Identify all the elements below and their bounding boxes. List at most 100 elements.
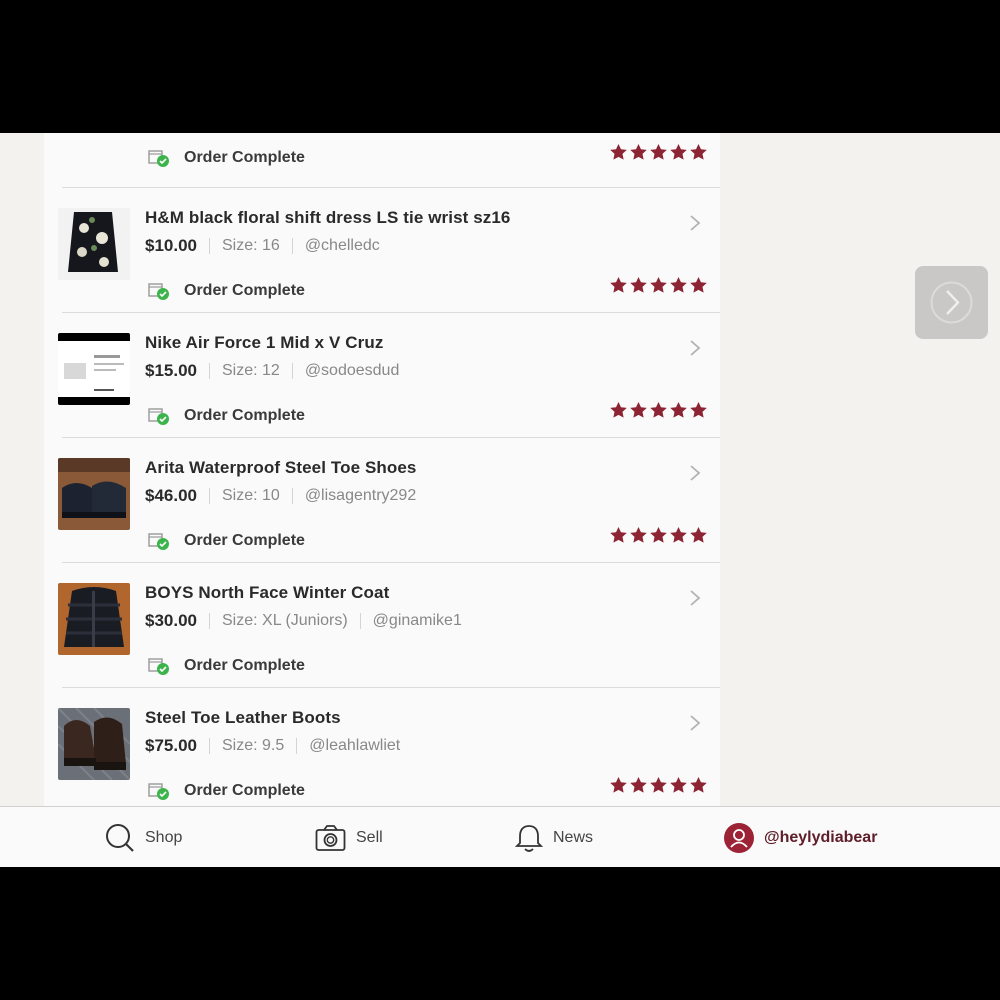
order-status: Order Complete	[148, 781, 305, 801]
order-item[interactable]: H&M black floral shift dress LS tie wris…	[44, 188, 720, 313]
package-check-icon	[148, 148, 170, 168]
item-price: $10.00	[145, 236, 197, 255]
item-meta: $46.00 Size: 10 @lisagentry292	[145, 486, 416, 506]
separator	[209, 363, 210, 379]
separator	[209, 613, 210, 629]
separator	[291, 488, 293, 504]
order-item[interactable]: Nike Air Force 1 Mid x V Cruz $15.00 Siz…	[44, 313, 720, 438]
star-icon	[690, 143, 707, 160]
order-item[interactable]: Steel Toe Leather Boots $75.00 Size: 9.5…	[44, 688, 720, 806]
order-item[interactable]: BOYS North Face Winter Coat $30.00 Size:…	[44, 563, 720, 688]
star-icon	[610, 143, 627, 160]
seller-handle[interactable]: @sodoesdud	[305, 362, 400, 380]
item-title: BOYS North Face Winter Coat	[145, 583, 390, 602]
star-icon	[650, 276, 667, 293]
star-icon	[690, 276, 707, 293]
rating-stars	[609, 401, 708, 420]
star-icon	[610, 276, 627, 293]
chevron-right-icon	[690, 715, 701, 731]
rating-stars	[609, 143, 708, 162]
star-icon	[630, 401, 647, 418]
star-icon	[630, 276, 647, 293]
item-title: Nike Air Force 1 Mid x V Cruz	[145, 333, 384, 352]
item-title: H&M black floral shift dress LS tie wris…	[145, 208, 511, 227]
tab-news[interactable]: News	[515, 807, 593, 867]
item-thumbnail	[58, 133, 130, 147]
package-check-icon	[148, 406, 170, 426]
separator	[209, 238, 210, 254]
star-icon	[630, 526, 647, 543]
chevron-right-icon	[690, 340, 701, 356]
order-status: Order Complete	[148, 148, 305, 168]
order-item[interactable]: Arita Waterproof Steel Toe Shoes $46.00 …	[44, 438, 720, 563]
tab-label: Sell	[356, 828, 383, 846]
rating-stars	[609, 776, 708, 795]
star-icon	[670, 276, 687, 293]
seller-handle[interactable]: @ginamike1	[373, 612, 462, 630]
star-icon	[670, 776, 687, 793]
package-check-icon	[148, 656, 170, 676]
item-thumbnail	[58, 333, 130, 405]
item-size: Size: 16	[222, 237, 280, 254]
tab-label: News	[553, 828, 594, 846]
order-status: Order Complete	[148, 656, 305, 676]
status-label: Order Complete	[184, 782, 305, 799]
star-icon	[610, 401, 627, 418]
item-thumbnail	[58, 208, 130, 280]
package-check-icon	[148, 781, 170, 801]
star-icon	[610, 526, 627, 543]
tab-label: Shop	[145, 828, 183, 846]
separator	[291, 363, 293, 379]
star-icon	[650, 401, 667, 418]
tab-label: @heylydiabear	[764, 828, 878, 846]
tab-shop[interactable]: Shop	[105, 807, 182, 867]
item-price: $46.00	[145, 486, 197, 505]
star-icon	[690, 776, 707, 793]
separator	[209, 488, 210, 504]
status-label: Order Complete	[184, 149, 305, 166]
package-check-icon	[148, 281, 170, 301]
item-size: Size: XL (Juniors)	[222, 612, 348, 629]
separator	[359, 613, 361, 629]
star-icon	[630, 143, 647, 160]
bell-icon	[515, 824, 543, 852]
tab-profile[interactable]: @heylydiabear	[724, 807, 877, 867]
item-size: Size: 9.5	[222, 737, 285, 754]
separator	[296, 738, 298, 754]
separator	[209, 738, 210, 754]
star-icon	[670, 143, 687, 160]
star-icon	[650, 776, 667, 793]
status-label: Order Complete	[184, 282, 305, 299]
item-meta: $75.00 Size: 9.5 @leahlawliet	[145, 736, 400, 756]
item-title: Steel Toe Leather Boots	[145, 708, 341, 727]
package-check-icon	[148, 531, 170, 551]
star-icon	[650, 143, 667, 160]
item-meta: $30.00 Size: XL (Juniors) @ginamike1	[145, 611, 462, 631]
item-price: $15.00	[145, 361, 197, 380]
order-item[interactable]: Order Complete	[44, 133, 720, 188]
rating-stars	[609, 526, 708, 545]
chevron-right-icon	[690, 215, 701, 231]
chevron-right-icon	[690, 590, 701, 606]
user-avatar-icon	[724, 822, 754, 853]
status-label: Order Complete	[184, 407, 305, 424]
star-icon	[690, 401, 707, 418]
order-list: Order Complete H&M black floral shift dr…	[44, 133, 720, 806]
star-icon	[650, 526, 667, 543]
item-price: $75.00	[145, 736, 197, 755]
item-meta: $15.00 Size: 12 @sodoesdud	[145, 361, 399, 381]
camera-icon	[315, 824, 346, 851]
seller-handle[interactable]: @leahlawliet	[309, 737, 400, 755]
order-status: Order Complete	[148, 406, 305, 426]
star-icon	[610, 776, 627, 793]
item-title: Arita Waterproof Steel Toe Shoes	[145, 458, 417, 477]
separator	[291, 238, 293, 254]
seller-handle[interactable]: @lisagentry292	[305, 487, 416, 505]
item-thumbnail	[58, 458, 130, 530]
star-icon	[670, 526, 687, 543]
tab-sell[interactable]: Sell	[315, 807, 383, 867]
order-status: Order Complete	[148, 531, 305, 551]
item-meta: $10.00 Size: 16 @chelledc	[145, 236, 380, 256]
seller-handle[interactable]: @chelledc	[305, 237, 380, 255]
next-page-button[interactable]	[915, 266, 988, 339]
